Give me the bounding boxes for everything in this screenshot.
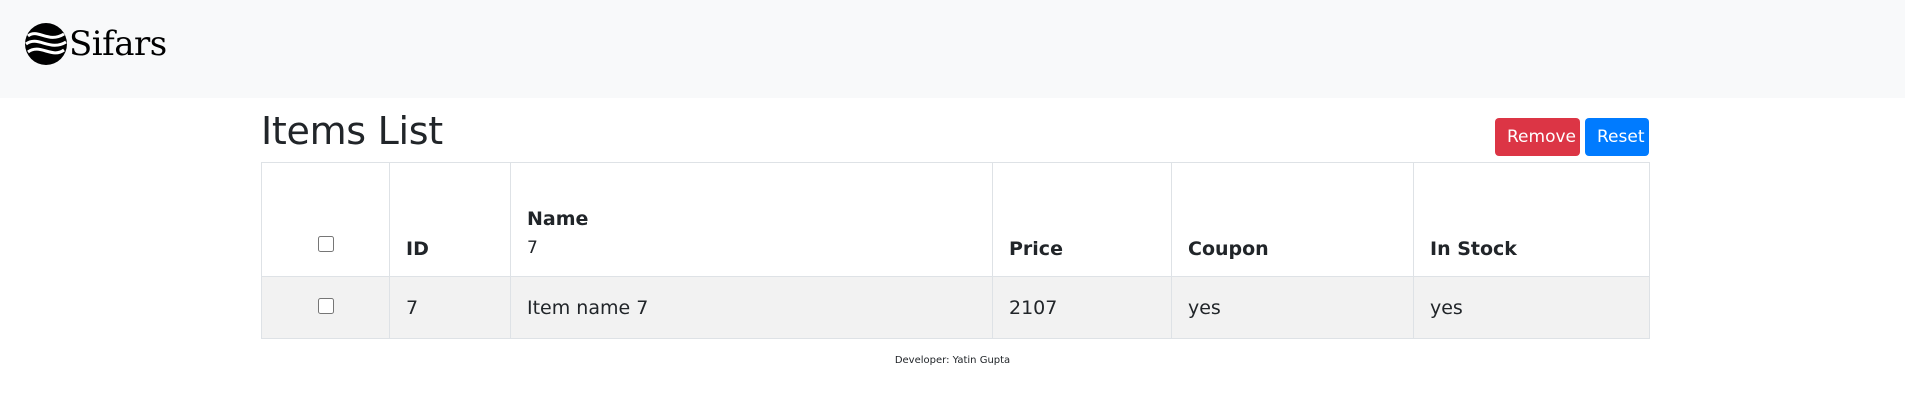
name-filter-input[interactable]	[527, 238, 976, 258]
row-name: Item name 7	[510, 276, 993, 339]
navbar: Sifars	[0, 0, 1905, 98]
column-header-coupon[interactable]: Coupon	[1171, 162, 1414, 277]
column-header-name-label[interactable]: Name	[527, 208, 976, 230]
reset-button[interactable]: Reset	[1585, 118, 1649, 156]
table-header-row: ID Name Price Coupon In Stock	[261, 162, 1650, 277]
row-select-cell	[261, 276, 390, 339]
column-header-price[interactable]: Price	[992, 162, 1172, 277]
column-header-id[interactable]: ID	[389, 162, 511, 277]
row-price: 2107	[992, 276, 1172, 339]
row-select-checkbox[interactable]	[317, 297, 334, 314]
row-in-stock: yes	[1413, 276, 1650, 339]
select-all-checkbox[interactable]	[317, 236, 334, 252]
main-container: Items List Remove Reset ID Name Price	[261, 98, 1650, 339]
column-header-in-stock[interactable]: In Stock	[1413, 162, 1650, 277]
table-row[interactable]: 7 Item name 7 2107 yes yes	[261, 276, 1650, 339]
brand-name: Sifars	[69, 24, 167, 64]
heading-row: Items List Remove Reset	[261, 98, 1649, 162]
footer-credit: Developer: Yatin Gupta	[894, 355, 1011, 366]
brand-link[interactable]: Sifars	[24, 20, 167, 68]
page-title: Items List	[261, 109, 443, 153]
row-coupon: yes	[1171, 276, 1414, 339]
select-all-cell	[261, 162, 390, 277]
row-id: 7	[389, 276, 511, 339]
sifars-logo-icon	[24, 22, 68, 66]
remove-button[interactable]: Remove	[1495, 118, 1580, 156]
items-table: ID Name Price Coupon In Stock 7 Item nam…	[261, 162, 1650, 339]
column-header-name: Name	[510, 162, 993, 277]
